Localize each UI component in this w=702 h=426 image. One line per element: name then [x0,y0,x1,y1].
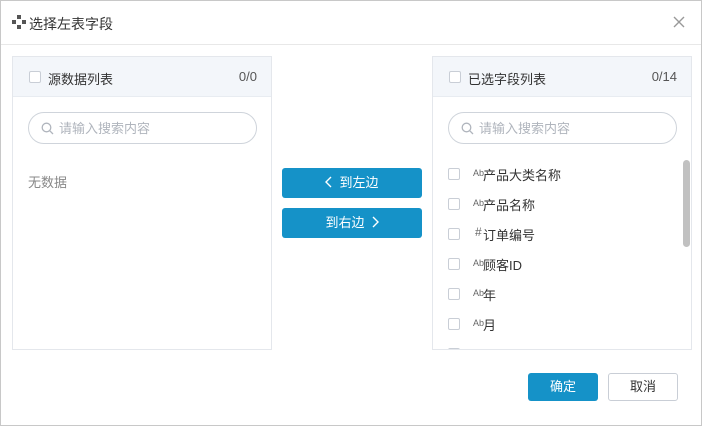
list-item[interactable]: Ab 月 [433,308,681,338]
source-panel-count: 0/0 [238,69,257,84]
source-search-box[interactable] [28,112,257,144]
source-data-panel: 源数据列表 0/0 无数据 [12,56,272,350]
item-label: 订单编号 [483,228,536,243]
number-type-icon: # [475,225,482,239]
move-to-left-label: 到左边 [339,175,379,190]
confirm-button[interactable]: 确定 [528,373,598,401]
selected-field-list: Ab 产品大类名称 Ab 产品名称 # 订单编号 Ab 顾客ID Ab 年 Ab… [433,157,681,349]
item-checkbox[interactable] [448,198,460,210]
select-left-table-fields-dialog: 选择左表字段 源数据列表 0/0 无数据 到左边 到右边 [0,0,702,426]
selected-search-input[interactable] [479,113,669,143]
selected-panel-title: 已选字段列表 [468,72,547,87]
search-icon [461,122,474,135]
search-icon [41,122,54,135]
cancel-button[interactable]: 取消 [608,373,678,401]
item-label: 年 [483,288,497,303]
list-item[interactable]: Ab 年 [433,278,681,308]
field-select-icon [12,15,26,29]
chevron-left-icon [325,168,333,198]
move-to-right-label: 到右边 [325,215,365,230]
item-label: 产品大类名称 [483,168,562,183]
item-label: 产品名称 [483,198,536,213]
source-search-input[interactable] [59,113,249,143]
chevron-right-icon [371,208,379,238]
source-select-all-checkbox[interactable] [29,71,41,83]
selected-select-all-checkbox[interactable] [449,71,461,83]
item-checkbox[interactable] [448,348,460,349]
dialog-title: 选择左表字段 [29,16,113,32]
scrollbar-thumb[interactable] [683,160,690,247]
item-checkbox[interactable] [448,168,460,180]
item-checkbox[interactable] [448,318,460,330]
list-item[interactable]: Ab 产品名称 [433,188,681,218]
dialog-header: 选择左表字段 [1,1,701,45]
selected-search-box[interactable] [448,112,677,144]
item-checkbox[interactable] [448,288,460,300]
move-to-right-button[interactable]: 到右边 [282,208,422,238]
list-item[interactable] [433,338,681,349]
list-item[interactable]: Ab 顾客ID [433,248,681,278]
list-item[interactable]: # 订单编号 [433,218,681,248]
item-checkbox[interactable] [448,228,460,240]
selected-panel-header: 已选字段列表 0/14 [433,57,691,97]
source-panel-title: 源数据列表 [48,72,114,87]
close-icon[interactable] [669,12,689,32]
empty-state-text: 无数据 [28,175,68,190]
item-checkbox[interactable] [448,258,460,270]
move-to-left-button[interactable]: 到左边 [282,168,422,198]
list-item[interactable]: Ab 产品大类名称 [433,158,681,188]
item-label: 月 [483,318,497,333]
item-label: 顾客ID [483,258,523,273]
selected-fields-panel: 已选字段列表 0/14 Ab 产品大类名称 Ab 产品名称 # [432,56,692,350]
selected-panel-count: 0/14 [651,69,677,84]
source-panel-header: 源数据列表 0/0 [13,57,271,97]
